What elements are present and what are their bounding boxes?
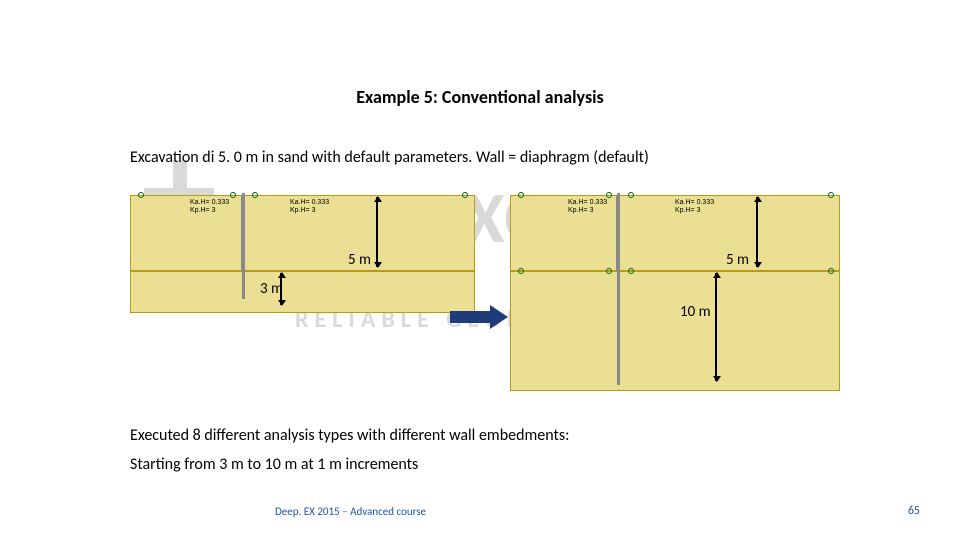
param-text: Ka.H= 0.333 (190, 199, 229, 206)
dim-excavation-depth: 5 m (726, 251, 749, 269)
conclusion-line-2: Starting from 3 m to 10 m at 1 m increme… (130, 455, 418, 474)
slide: DEEP EXCAVATION RELIABLE GEOEXPERTISE Ex… (0, 0, 960, 540)
dim-embedment: 10 m (680, 303, 711, 321)
surface-marker-icon (230, 192, 236, 198)
surface-marker-icon (828, 192, 834, 198)
surface-marker-icon (462, 192, 468, 198)
soil-param-label: Ka.H= 0.333 Kp.H= 3 (568, 199, 607, 214)
slide-title: Example 5: Conventional analysis (0, 86, 960, 108)
intro-text: Excavation di 5. 0 m in sand with defaul… (130, 148, 649, 167)
dim-embedment: 3 m (260, 280, 283, 298)
surface-marker-icon (606, 268, 612, 274)
soil-param-label: Ka.H= 0.333 Kp.H= 3 (675, 199, 714, 214)
dim-arrow-icon (376, 197, 378, 267)
dim-excavation-depth: 5 m (348, 251, 371, 269)
surface-marker-icon (606, 192, 612, 198)
param-text: Ka.H= 0.333 (290, 199, 329, 206)
soil-block (510, 271, 840, 391)
param-text: Ka.H= 0.333 (675, 199, 714, 206)
surface-marker-icon (252, 192, 258, 198)
param-text: Kp.H= 3 (190, 207, 216, 214)
footer-page-number: 65 (908, 504, 920, 518)
soil-param-label: Ka.H= 0.333 Kp.H= 3 (190, 199, 229, 214)
conclusion-line-1: Executed 8 different analysis types with… (130, 426, 569, 445)
soil-block (130, 271, 475, 313)
soil-param-label: Ka.H= 0.333 Kp.H= 3 (290, 199, 329, 214)
param-text: Kp.H= 3 (568, 207, 594, 214)
surface-marker-icon (628, 268, 634, 274)
surface-marker-icon (138, 192, 144, 198)
param-text: Kp.H= 3 (290, 207, 316, 214)
surface-marker-icon (628, 192, 634, 198)
surface-marker-icon (828, 268, 834, 274)
diagram-left: Ka.H= 0.333 Kp.H= 3 Ka.H= 0.333 Kp.H= 3 … (130, 195, 475, 395)
param-text: Kp.H= 3 (675, 207, 701, 214)
diaphragm-wall (242, 193, 245, 299)
diagram-right: Ka.H= 0.333 Kp.H= 3 Ka.H= 0.333 Kp.H= 3 … (510, 195, 840, 395)
footer-course: Deep. EX 2015 – Advanced course (275, 505, 426, 518)
diaphragm-wall (617, 193, 620, 385)
surface-marker-icon (518, 192, 524, 198)
dim-arrow-icon (715, 273, 717, 381)
param-text: Ka.H= 0.333 (568, 199, 607, 206)
dim-arrow-icon (756, 197, 758, 267)
surface-marker-icon (518, 268, 524, 274)
